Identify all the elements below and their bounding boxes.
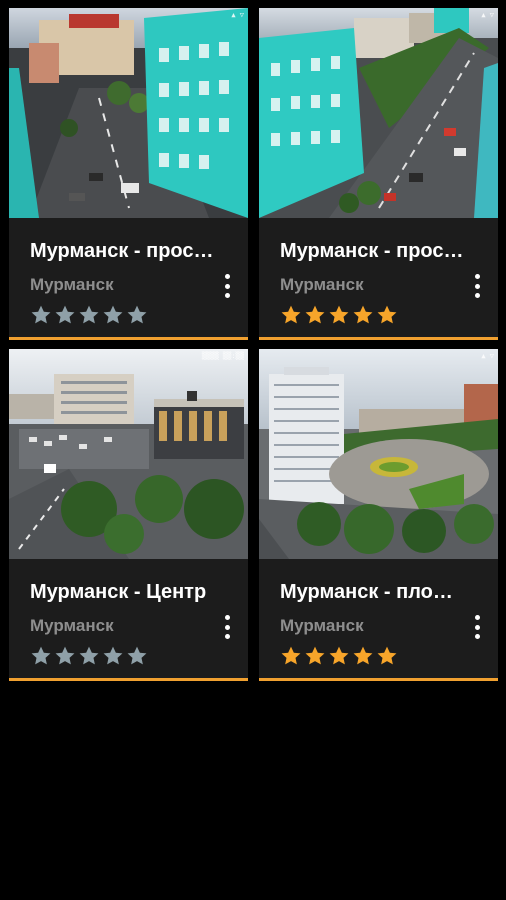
camera-title: Мурманск - пло… <box>280 581 453 603</box>
star-empty-icon[interactable] <box>102 304 124 326</box>
star-filled-icon[interactable] <box>304 304 326 326</box>
rating-stars[interactable] <box>30 645 148 667</box>
more-vert-icon[interactable] <box>470 613 484 641</box>
camera-grid: ▲ ▽ Мурманск - прос… Мурманск ▲ ▽ Мурман… <box>0 0 506 900</box>
camera-status-icons: ▲ ▽ <box>481 11 494 19</box>
rating-stars[interactable] <box>30 304 148 326</box>
rating-stars[interactable] <box>280 645 398 667</box>
more-vert-icon[interactable] <box>220 272 234 300</box>
camera-card[interactable]: ▲ ▽ Мурманск - прос… Мурманск <box>9 8 248 340</box>
card-info: Мурманск - прос… Мурманск <box>9 218 248 337</box>
star-empty-icon[interactable] <box>54 304 76 326</box>
camera-thumbnail[interactable]: ▲ ▽ <box>259 349 498 559</box>
star-empty-icon[interactable] <box>30 645 52 667</box>
camera-status-icons: ▒▒▒▒ ▒▒:▒▒ <box>201 352 244 360</box>
camera-title: Мурманск - Центр <box>30 581 207 603</box>
camera-thumbnail[interactable]: ▲ ▽ <box>9 8 248 218</box>
star-filled-icon[interactable] <box>328 304 350 326</box>
rating-stars[interactable] <box>280 304 398 326</box>
star-empty-icon[interactable] <box>54 645 76 667</box>
card-info: Мурманск - пло… Мурманск <box>259 559 498 678</box>
camera-city: Мурманск <box>30 275 114 294</box>
star-filled-icon[interactable] <box>376 645 398 667</box>
camera-title: Мурманск - прос… <box>30 240 214 262</box>
camera-city: Мурманск <box>280 275 364 294</box>
star-empty-icon[interactable] <box>78 304 100 326</box>
star-filled-icon[interactable] <box>352 304 374 326</box>
star-empty-icon[interactable] <box>126 645 148 667</box>
star-empty-icon[interactable] <box>102 645 124 667</box>
star-empty-icon[interactable] <box>30 304 52 326</box>
card-info: Мурманск - прос… Мурманск <box>259 218 498 337</box>
star-filled-icon[interactable] <box>280 304 302 326</box>
card-info: Мурманск - Центр Мурманск <box>9 559 248 678</box>
star-empty-icon[interactable] <box>78 645 100 667</box>
camera-card[interactable]: ▲ ▽ Мурманск - пло… Мурманск <box>259 349 498 681</box>
camera-card[interactable]: ▲ ▽ Мурманск - прос… Мурманск <box>259 8 498 340</box>
camera-city: Мурманск <box>280 616 364 635</box>
star-filled-icon[interactable] <box>352 645 374 667</box>
star-filled-icon[interactable] <box>280 645 302 667</box>
more-vert-icon[interactable] <box>470 272 484 300</box>
camera-city: Мурманск <box>30 616 114 635</box>
more-vert-icon[interactable] <box>220 613 234 641</box>
star-filled-icon[interactable] <box>376 304 398 326</box>
camera-thumbnail[interactable]: ▲ ▽ <box>259 8 498 218</box>
camera-status-icons: ▲ ▽ <box>481 352 494 360</box>
camera-title: Мурманск - прос… <box>280 240 464 262</box>
star-filled-icon[interactable] <box>304 645 326 667</box>
camera-status-icons: ▲ ▽ <box>231 11 244 19</box>
camera-thumbnail[interactable]: ▒▒▒▒ ▒▒:▒▒ <box>9 349 248 559</box>
star-empty-icon[interactable] <box>126 304 148 326</box>
camera-card[interactable]: ▒▒▒▒ ▒▒:▒▒ Мурманск - Центр Мурманск <box>9 349 248 681</box>
star-filled-icon[interactable] <box>328 645 350 667</box>
